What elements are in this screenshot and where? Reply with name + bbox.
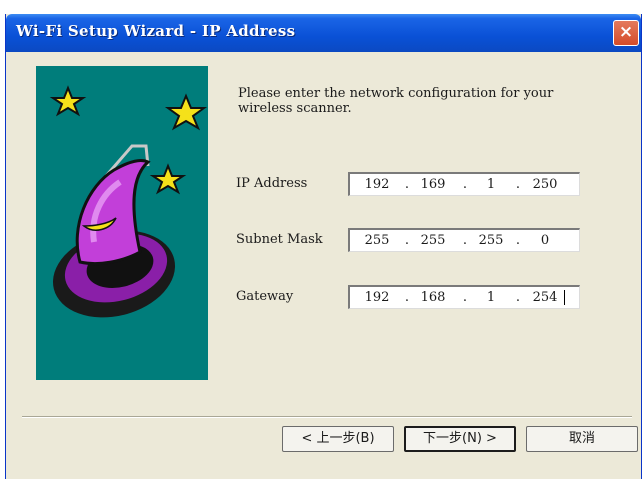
text-caret <box>564 290 565 305</box>
close-button[interactable]: × <box>613 20 639 46</box>
ip-octet-3: 1 <box>486 177 496 192</box>
gateway-label: Gateway <box>236 289 294 304</box>
octet-separator: . <box>462 177 468 192</box>
gateway-octet-1: 192 <box>364 290 390 305</box>
octet-separator: . <box>404 177 410 192</box>
instructions-text: Please enter the network configuration f… <box>238 86 554 116</box>
star-icon <box>49 85 87 117</box>
ip-octet-1: 192 <box>364 177 390 192</box>
star-icon <box>164 93 208 131</box>
gateway-octet-2: 168 <box>420 290 446 305</box>
gateway-octet-4: 254 <box>532 290 558 305</box>
octet-separator: . <box>515 177 521 192</box>
mask-octet-2: 255 <box>420 233 446 248</box>
octet-separator: . <box>404 233 410 248</box>
octet-separator: . <box>404 290 410 305</box>
ip-address-label: IP Address <box>236 176 308 191</box>
mask-octet-4: 0 <box>540 233 550 248</box>
title-bar[interactable]: Wi-Fi Setup Wizard - IP Address × <box>6 14 641 52</box>
octet-separator: . <box>515 290 521 305</box>
gateway-octet-3: 1 <box>486 290 496 305</box>
octet-separator: . <box>462 233 468 248</box>
star-icon <box>149 163 187 195</box>
wizard-hat-icon <box>49 85 208 318</box>
ip-address-input[interactable]: 192 . 169 . 1 . 250 <box>348 172 580 196</box>
subnet-mask-input[interactable]: 255 . 255 . 255 . 0 <box>348 228 580 252</box>
mask-octet-1: 255 <box>364 233 390 248</box>
back-button[interactable]: < 上一步(B) <box>282 426 394 452</box>
wizard-illustration <box>36 66 208 380</box>
octet-separator: . <box>462 290 468 305</box>
octet-separator: . <box>515 233 521 248</box>
ip-octet-2: 169 <box>420 177 446 192</box>
window-title: Wi-Fi Setup Wizard - IP Address <box>16 22 296 40</box>
next-button[interactable]: 下一步(N) > <box>404 426 516 452</box>
button-divider <box>22 416 632 418</box>
mask-octet-3: 255 <box>478 233 504 248</box>
cancel-button[interactable]: 取消 <box>526 426 638 452</box>
ip-octet-4: 250 <box>532 177 558 192</box>
close-icon: × <box>618 22 634 42</box>
gateway-input[interactable]: 192 . 168 . 1 . 254 <box>348 285 580 309</box>
subnet-mask-label: Subnet Mask <box>236 232 323 247</box>
